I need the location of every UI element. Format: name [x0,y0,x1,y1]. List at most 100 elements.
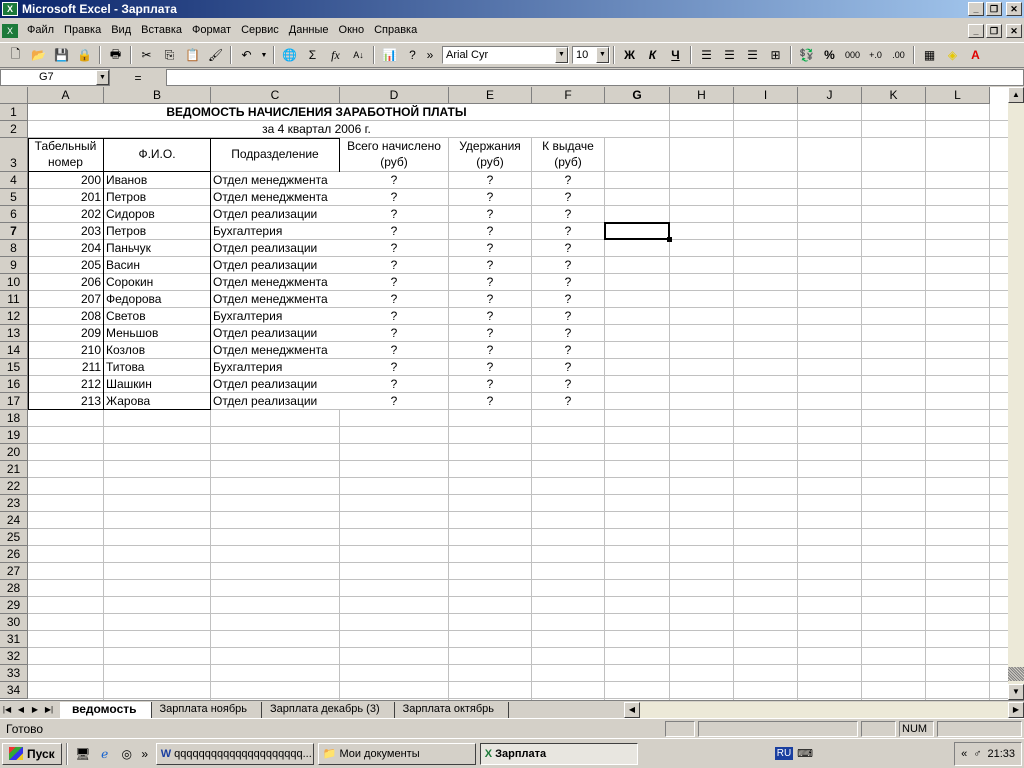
undo-dropdown-icon[interactable]: ▼ [259,45,269,66]
currency-icon[interactable]: 💱 [796,45,817,66]
column-header-G[interactable]: G [605,87,670,104]
header-tabnum[interactable]: Табельный номер [28,138,103,171]
menu-item-2[interactable]: Вид [106,22,136,39]
row-header-33[interactable]: 33 [0,665,28,682]
cell[interactable]: Отдел реализации [211,376,344,392]
bold-button[interactable]: Ж [619,45,640,66]
cell[interactable]: 204 [28,240,103,256]
scroll-right-icon[interactable]: ▶ [1008,701,1024,718]
cell[interactable]: 212 [28,376,103,392]
next-sheet-icon[interactable]: ▶ [28,703,42,717]
last-sheet-icon[interactable]: ▶| [42,703,56,717]
cell[interactable]: ? [532,189,604,205]
tray-app-icon[interactable]: ♂ [973,748,981,760]
cell[interactable]: Отдел менеджмента [211,274,344,290]
align-center-icon[interactable]: ☰ [719,45,740,66]
column-header-F[interactable]: F [532,87,605,104]
column-header-A[interactable]: A [28,87,104,104]
cell[interactable]: ? [449,189,531,205]
quicklaunch-more-icon[interactable]: » [140,745,150,763]
cell[interactable]: Отдел реализации [211,240,344,256]
cell[interactable]: Петров [104,223,210,239]
cell[interactable]: ? [340,308,448,324]
cell[interactable]: ? [340,376,448,392]
menu-item-5[interactable]: Сервис [236,22,284,39]
cell[interactable]: 206 [28,274,103,290]
cell[interactable]: ? [532,376,604,392]
language-bar-icon[interactable]: ⌨ [797,747,813,760]
row-header-30[interactable]: 30 [0,614,28,631]
row-header-29[interactable]: 29 [0,597,28,614]
vertical-split-handle[interactable] [1008,667,1024,681]
show-desktop-icon[interactable]: 🖥 [74,745,92,763]
row-header-22[interactable]: 22 [0,478,28,495]
row-header-5[interactable]: 5 [0,189,28,206]
cell[interactable]: ? [340,189,448,205]
active-cell-g7[interactable] [604,222,670,240]
cell[interactable]: ? [532,325,604,341]
column-header-H[interactable]: H [670,87,734,104]
start-button[interactable]: Пуск [2,742,62,765]
row-header-34[interactable]: 34 [0,682,28,699]
cell[interactable]: Отдел менеджмента [211,291,344,307]
column-header-D[interactable]: D [340,87,449,104]
header-total[interactable]: Всего начислено (руб) [340,138,448,171]
cell[interactable]: Козлов [104,342,210,358]
fill-color-icon[interactable]: ◈ [942,45,963,66]
cell[interactable]: ? [340,257,448,273]
cell[interactable]: Петров [104,189,210,205]
paste-icon[interactable]: 📋 [182,45,203,66]
cell[interactable]: Васин [104,257,210,273]
undo-icon[interactable]: ↶ [236,45,257,66]
cell[interactable]: ? [532,172,604,188]
cut-icon[interactable]: ✂ [136,45,157,66]
cell[interactable]: ? [532,274,604,290]
cell[interactable]: Светов [104,308,210,324]
cell[interactable]: ? [340,342,448,358]
permission-icon[interactable]: 🔒 [74,45,95,66]
cell[interactable]: Паньчук [104,240,210,256]
header-fio[interactable]: Ф.И.О. [104,146,210,162]
cell[interactable]: ? [449,359,531,375]
scroll-left-icon[interactable]: ◀ [624,701,640,718]
cell[interactable]: 213 [28,393,103,409]
row-header-32[interactable]: 32 [0,648,28,665]
print-icon[interactable]: 🖶 [105,45,126,66]
vertical-scrollbar[interactable]: ▲ ▼ [1008,87,1024,700]
task-my-documents[interactable]: 📁 Мои документы [317,742,476,765]
column-header-I[interactable]: I [734,87,798,104]
format-painter-icon[interactable]: 🖌 [205,45,226,66]
row-header-12[interactable]: 12 [0,308,28,325]
row-header-10[interactable]: 10 [0,274,28,291]
cell[interactable]: ? [449,308,531,324]
row-header-25[interactable]: 25 [0,529,28,546]
fill-handle[interactable] [667,237,672,242]
row-header-13[interactable]: 13 [0,325,28,342]
row-header-21[interactable]: 21 [0,461,28,478]
sheet-subtitle[interactable]: за 4 квартал 2006 г. [28,121,605,137]
cell[interactable]: ? [340,240,448,256]
cell[interactable]: ? [532,223,604,239]
cell[interactable]: 209 [28,325,103,341]
menu-item-4[interactable]: Формат [187,22,236,39]
task-excel[interactable]: X Зарплата [479,742,638,765]
sheet-tab-0[interactable]: ведомость [60,701,152,718]
font-name-combo[interactable]: Arial Cyr ▼ [442,46,569,64]
menu-item-3[interactable]: Вставка [136,22,187,39]
column-header-E[interactable]: E [449,87,532,104]
row-header-28[interactable]: 28 [0,580,28,597]
row-header-7[interactable]: 7 [0,223,28,240]
size-dropdown-icon[interactable]: ▼ [596,47,609,63]
merge-center-icon[interactable]: ⊞ [765,45,786,66]
close-button[interactable]: ✕ [1006,2,1022,16]
row-header-23[interactable]: 23 [0,495,28,512]
cell[interactable]: 200 [28,172,103,188]
cell[interactable]: ? [532,359,604,375]
cell[interactable]: ? [449,206,531,222]
cell[interactable]: Отдел реализации [211,206,344,222]
sheet-tab-3[interactable]: Зарплата октябрь [391,701,510,718]
sheet-title[interactable]: ВЕДОМОСТЬ НАЧИСЛЕНИЯ ЗАРАБОТНОЙ ПЛАТЫ [28,104,605,120]
worksheet-grid[interactable]: A B C D E F G H I J K L 1 2 3 4 5 6 7 8 9 10 11 12 13 14 15 16 17 18 1… [0,87,1008,700]
toolbar-options-icon[interactable]: » [425,45,435,66]
menu-item-1[interactable]: Правка [59,22,106,39]
